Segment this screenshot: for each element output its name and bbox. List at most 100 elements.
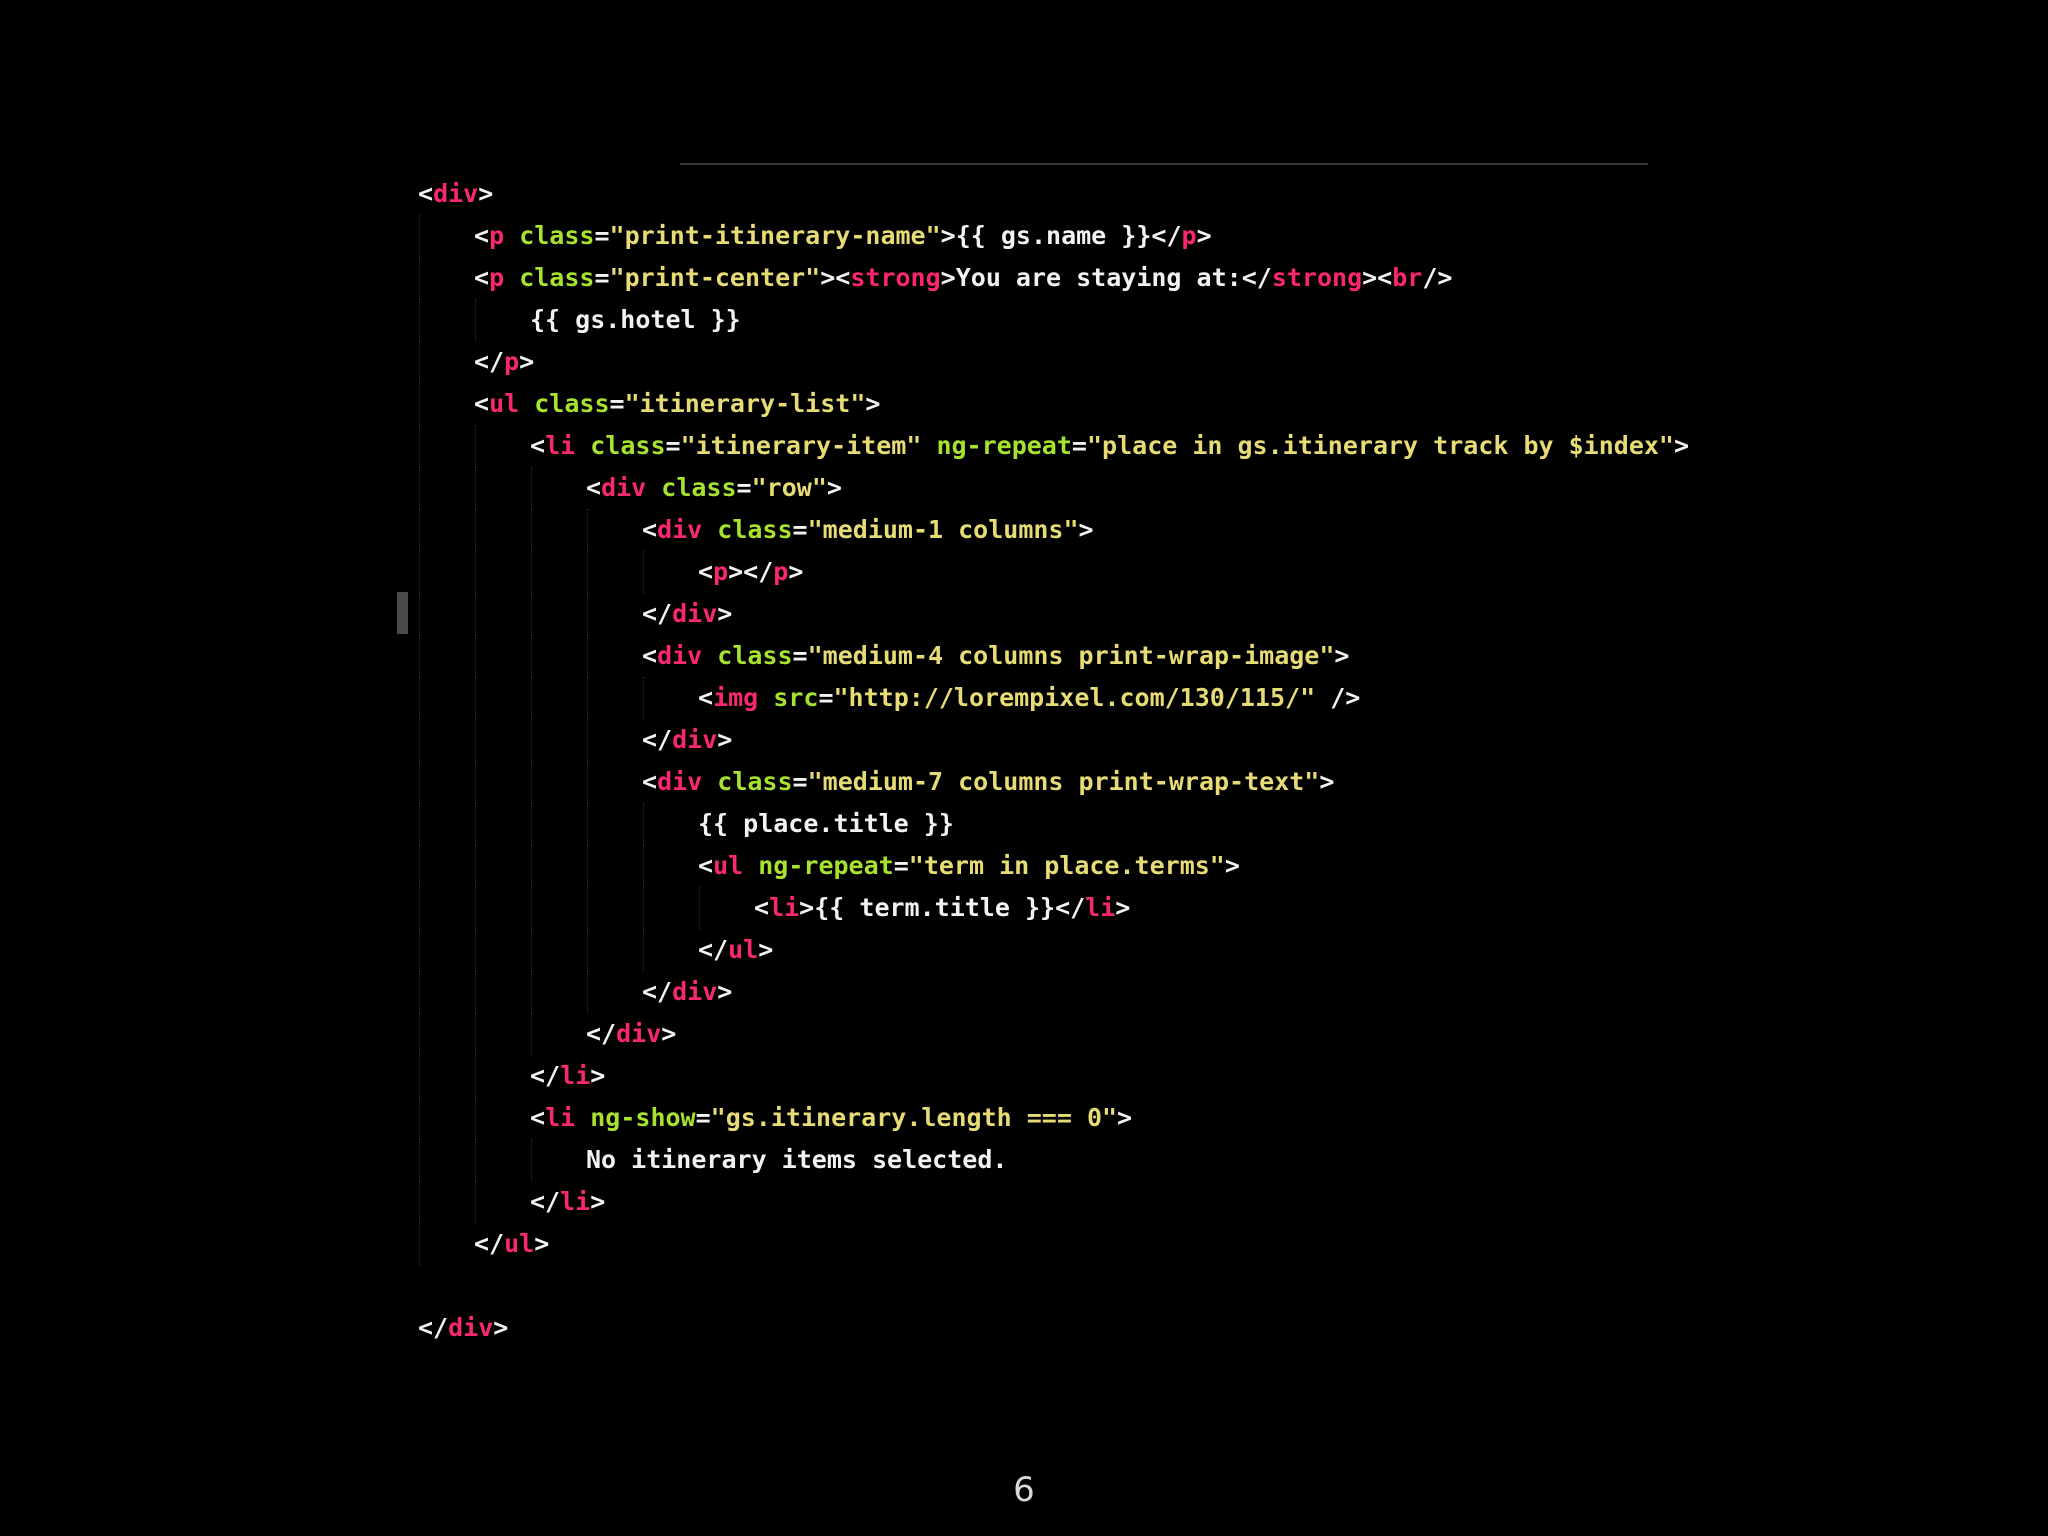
code-string: "http://lorempixel.com/130/115/" bbox=[833, 683, 1316, 712]
code-line: <div> bbox=[418, 173, 1998, 215]
indent-guide bbox=[475, 761, 476, 803]
code-line: </div> bbox=[418, 971, 1998, 1013]
code-punctuation: = bbox=[893, 851, 909, 880]
indent-guide bbox=[643, 677, 644, 719]
indent-guide bbox=[475, 551, 476, 593]
code-tag-name: br bbox=[1392, 263, 1423, 292]
code-punctuation: < bbox=[698, 683, 714, 712]
code-punctuation: < bbox=[474, 221, 490, 250]
code-attribute: class bbox=[717, 515, 793, 544]
code-punctuation: > bbox=[788, 557, 804, 586]
indent-guide bbox=[475, 971, 476, 1013]
code-line: </div> bbox=[418, 719, 1998, 761]
code-punctuation: </ bbox=[586, 1019, 617, 1048]
divider-line bbox=[680, 163, 1648, 165]
code-line-content: <ul ng-repeat="term in place.terms"> bbox=[698, 845, 1240, 887]
code-punctuation: > bbox=[1673, 431, 1690, 460]
indent-guide bbox=[419, 1181, 420, 1223]
code-line: <li ng-show="gs.itinerary.length === 0"> bbox=[418, 1097, 1998, 1139]
indent-guide bbox=[419, 635, 420, 677]
code-tag-name: strong bbox=[1271, 263, 1363, 292]
code-punctuation: = bbox=[818, 683, 834, 712]
code-line-content: </div> bbox=[642, 971, 732, 1013]
indent-guide bbox=[419, 341, 420, 383]
code-attribute: ng-show bbox=[590, 1103, 696, 1132]
code-punctuation: > bbox=[590, 1061, 606, 1090]
code-tag-name: div bbox=[433, 179, 479, 208]
indent-guide bbox=[531, 719, 532, 761]
code-punctuation: </ bbox=[698, 935, 729, 964]
code-line-content: <div> bbox=[418, 173, 493, 215]
code-punctuation: > bbox=[1196, 221, 1212, 250]
code-line: </li> bbox=[418, 1181, 1998, 1223]
code-attribute: class bbox=[661, 473, 737, 502]
code-punctuation: < bbox=[474, 263, 490, 292]
indent-guide bbox=[419, 929, 420, 971]
code-tag-name: ul bbox=[504, 1229, 535, 1258]
code-line-content: </p> bbox=[474, 341, 534, 383]
code-line-content: No itinerary items selected. bbox=[586, 1139, 1007, 1181]
code-block: <div> <p class="print-itinerary-name">{{ … bbox=[418, 173, 1998, 1349]
code-tag-name: p bbox=[713, 557, 729, 586]
code-attribute: class bbox=[519, 221, 595, 250]
indent-guide bbox=[419, 1055, 420, 1097]
code-line-content: </div> bbox=[586, 1013, 676, 1055]
code-string: "gs.itinerary.length === 0" bbox=[710, 1103, 1118, 1132]
code-punctuation: > bbox=[534, 1229, 550, 1258]
indent-guide bbox=[531, 1139, 532, 1181]
indent-guide bbox=[643, 551, 644, 593]
code-line: {{ place.title }} bbox=[418, 803, 1998, 845]
code-punctuation: > bbox=[865, 389, 881, 418]
page-number: 6 bbox=[1013, 1470, 1035, 1510]
indent-guide bbox=[531, 467, 532, 509]
code-punctuation: = bbox=[736, 473, 752, 502]
code-line: <div class="medium-7 columns print-wrap-… bbox=[418, 761, 1998, 803]
code-tag-name: div bbox=[657, 767, 703, 796]
code-line: <div class="medium-1 columns"> bbox=[418, 509, 1998, 551]
code-line-content: <div class="medium-4 columns print-wrap-… bbox=[642, 635, 1349, 677]
code-punctuation: < bbox=[586, 473, 602, 502]
indent-guide bbox=[531, 929, 532, 971]
code-line-content: {{ place.title }} bbox=[698, 803, 954, 845]
code-line: </ul> bbox=[418, 1223, 1998, 1265]
code-string: "print-center" bbox=[609, 263, 821, 292]
code-punctuation: >< bbox=[820, 263, 851, 292]
indent-guide bbox=[475, 1013, 476, 1055]
code-line: <p></p> bbox=[418, 551, 1998, 593]
code-punctuation: = bbox=[792, 767, 808, 796]
code-line-content: <div class="medium-1 columns"> bbox=[642, 509, 1094, 551]
code-punctuation: < bbox=[474, 389, 490, 418]
code-tag-name: p bbox=[504, 347, 520, 376]
code-punctuation: < bbox=[642, 515, 658, 544]
code-line-content: </li> bbox=[530, 1181, 605, 1223]
indent-guide bbox=[587, 803, 588, 845]
code-line: </div> bbox=[418, 1013, 1998, 1055]
scrollbar-marker[interactable] bbox=[397, 592, 408, 634]
code-tag-name: p bbox=[489, 221, 505, 250]
code-line: </p> bbox=[418, 341, 1998, 383]
indent-guide bbox=[531, 635, 532, 677]
code-punctuation: </ bbox=[1151, 221, 1182, 250]
code-punctuation: < bbox=[642, 767, 658, 796]
indent-guide bbox=[475, 1097, 476, 1139]
indent-guide bbox=[475, 803, 476, 845]
indent-guide bbox=[475, 299, 476, 341]
indent-guide bbox=[419, 509, 420, 551]
code-punctuation: = bbox=[792, 641, 808, 670]
code-line-content: <p class="print-itinerary-name">{{ gs.na… bbox=[474, 215, 1212, 257]
indent-guide bbox=[419, 1139, 420, 1181]
code-punctuation: < bbox=[530, 1103, 546, 1132]
code-punctuation: = bbox=[665, 431, 681, 460]
code-line-content: <li ng-show="gs.itinerary.length === 0"> bbox=[530, 1097, 1132, 1139]
code-attribute: class bbox=[717, 767, 793, 796]
indent-guide bbox=[419, 677, 420, 719]
code-punctuation: > bbox=[590, 1187, 606, 1216]
code-line-content: </ul> bbox=[698, 929, 773, 971]
code-line: <p class="print-center"><strong>You are … bbox=[418, 257, 1998, 299]
